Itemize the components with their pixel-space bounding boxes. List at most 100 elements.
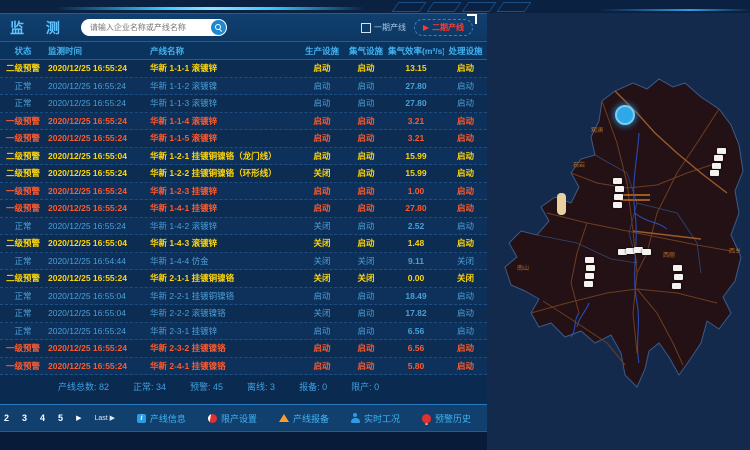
cell-line: 华新 2-2-1 挂镀铜镍铬 (150, 290, 300, 302)
table-row[interactable]: 正常2020/12/25 16:55:24华新 1-1-3 滚镀锌启动启动27.… (0, 95, 487, 113)
table-row[interactable]: 一级预警2020/12/25 16:55:24华新 2-4-1 挂镀镍铬启动启动… (0, 358, 487, 376)
summary-bar: 产线总数: 82正常: 34预警: 45离线: 3报备: 0限产: 0 (0, 375, 487, 397)
footer-button[interactable]: 实时工况 (351, 412, 400, 425)
cell-treat: 启动 (444, 325, 487, 337)
map-site-marker[interactable] (585, 273, 594, 279)
page-button[interactable]: 5 (58, 413, 63, 423)
cell-treat: 启动 (444, 307, 487, 319)
cell-prod: 启动 (300, 132, 344, 144)
footer-button[interactable]: 限产设置 (208, 412, 257, 425)
glow-line (55, 7, 365, 10)
cell-treat: 关闭 (444, 255, 487, 267)
summary-item: 预警: 45 (190, 380, 223, 393)
search-box[interactable] (81, 19, 227, 36)
footer-button[interactable]: 产线报备 (279, 412, 329, 425)
cell-eff: 1.48 (388, 238, 444, 248)
phase2-label: 二期产线 (432, 22, 464, 33)
map-panel: 观澜石岩南山西乡西丽 力嘉科技 LEAGUE TECH (487, 13, 750, 450)
panel-header: 监 测 一期产线 二期产线 (0, 13, 487, 41)
table-row[interactable]: 二级预警2020/12/25 16:55:24华新 1-1-1 滚镀锌启动启动1… (0, 60, 487, 78)
map-site-marker[interactable] (615, 186, 624, 192)
table-row[interactable]: 一级预警2020/12/25 16:55:24华新 1-2-3 挂镀锌启动启动1… (0, 183, 487, 201)
last-page-button[interactable]: Last ▶ (94, 414, 115, 422)
cell-status: 一级预警 (0, 185, 46, 197)
table-row[interactable]: 二级预警2020/12/25 16:55:24华新 1-2-2 挂镀铜镍铬（环形… (0, 165, 487, 183)
page-button[interactable]: 3 (22, 413, 27, 423)
bottom-strip (0, 432, 487, 450)
map-site-marker[interactable] (613, 202, 622, 208)
table-row[interactable]: 正常2020/12/25 16:55:04华新 2-2-2 滚镀镍铬关闭启动17… (0, 305, 487, 323)
cell-treat: 启动 (444, 80, 487, 92)
phase1-checkbox[interactable]: 一期产线 (361, 22, 406, 33)
map-site-marker[interactable] (614, 194, 623, 200)
cell-treat: 启动 (444, 237, 487, 249)
map-site-marker[interactable] (717, 148, 726, 154)
cell-prod: 关闭 (300, 272, 344, 284)
cell-status: 正常 (0, 80, 46, 92)
table-row[interactable]: 二级预警2020/12/25 16:55:04华新 1-2-1 挂镀铜镍铬（龙门… (0, 148, 487, 166)
cell-treat: 启动 (444, 132, 487, 144)
next-page-button[interactable]: ▶ (76, 414, 81, 422)
cell-status: 一级预警 (0, 342, 46, 354)
cell-status: 一级预警 (0, 202, 46, 214)
cell-time: 2020/12/25 16:55:24 (46, 186, 150, 196)
map-site-marker[interactable] (710, 170, 719, 176)
map-area-label: 西乡 (729, 246, 741, 255)
cell-time: 2020/12/25 16:55:24 (46, 168, 150, 178)
search-icon[interactable] (211, 20, 226, 35)
cell-eff: 0.00 (388, 273, 444, 283)
table-row[interactable]: 二级预警2020/12/25 16:55:04华新 1-4-3 滚镀锌关闭启动1… (0, 235, 487, 253)
map-site-marker[interactable] (672, 283, 681, 289)
table-row[interactable]: 一级预警2020/12/25 16:55:24华新 1-1-5 滚镀锌启动启动3… (0, 130, 487, 148)
page-button[interactable]: 2 (4, 413, 9, 423)
cell-line: 华新 1-4-2 滚镀锌 (150, 220, 300, 232)
map-site-marker[interactable] (642, 249, 651, 255)
cell-line: 华新 2-4-1 挂镀镍铬 (150, 360, 300, 372)
cell-time: 2020/12/25 16:55:24 (46, 221, 150, 231)
table-row[interactable]: 一级预警2020/12/25 16:55:24华新 1-1-4 滚镀锌启动启动3… (0, 113, 487, 131)
map-site-marker[interactable] (613, 178, 622, 184)
table-row[interactable]: 一级预警2020/12/25 16:55:24华新 2-3-2 挂镀镍铬启动启动… (0, 340, 487, 358)
cell-prod: 启动 (300, 202, 344, 214)
phase1-label: 一期产线 (374, 22, 406, 33)
top-decor-band (0, 0, 750, 13)
cell-gas: 启动 (344, 342, 388, 354)
cell-prod: 关闭 (300, 255, 344, 267)
table-row[interactable]: 正常2020/12/25 16:55:24华新 1-1-2 滚镀镍启动启动27.… (0, 78, 487, 96)
table-row[interactable]: 二级预警2020/12/25 16:55:24华新 2-1-1 挂镀铜镍铬关闭关… (0, 270, 487, 288)
table-row[interactable]: 正常2020/12/25 16:55:24华新 1-4-2 滚镀锌关闭启动2.5… (0, 218, 487, 236)
cell-time: 2020/12/25 16:54:44 (46, 256, 150, 266)
table-row[interactable]: 一级预警2020/12/25 16:55:24华新 1-4-1 挂镀锌启动启动2… (0, 200, 487, 218)
cell-treat: 启动 (444, 185, 487, 197)
map-site-marker[interactable] (673, 265, 682, 271)
map-alert-marker[interactable] (615, 105, 635, 125)
cell-status: 一级预警 (0, 360, 46, 372)
cell-prod: 关闭 (300, 237, 344, 249)
cell-eff: 27.80 (388, 81, 444, 91)
map-site-marker[interactable] (584, 281, 593, 287)
map-site-marker[interactable] (585, 257, 594, 263)
summary-item: 产线总数: 82 (58, 380, 109, 393)
table-row[interactable]: 正常2020/12/25 16:55:24华新 2-3-1 挂镀锌启动启动6.5… (0, 323, 487, 341)
phase2-toggle[interactable]: 二期产线 (414, 19, 473, 36)
page-button[interactable]: 4 (40, 413, 45, 423)
map-site-marker[interactable] (586, 265, 595, 271)
footer-button[interactable]: i产线信息 (137, 412, 186, 425)
cell-line: 华新 1-1-5 滚镀锌 (150, 132, 300, 144)
search-input[interactable] (81, 23, 210, 32)
cell-gas: 启动 (344, 325, 388, 337)
flag-icon (423, 25, 429, 31)
table-row[interactable]: 正常2020/12/25 16:55:04华新 2-2-1 挂镀铜镍铬启动启动1… (0, 288, 487, 306)
footer-button-label: 实时工况 (364, 412, 400, 425)
map-site-marker[interactable] (714, 155, 723, 161)
cell-gas: 启动 (344, 237, 388, 249)
table-row[interactable]: 正常2020/12/25 16:54:44华新 1-4-4 仿金关闭关闭9.11… (0, 253, 487, 271)
city-map[interactable] (487, 13, 750, 450)
column-header: 产线名称 (150, 45, 300, 57)
cell-prod: 启动 (300, 150, 344, 162)
footer-button[interactable]: 预警历史 (422, 412, 471, 425)
map-site-marker[interactable] (712, 163, 721, 169)
checkbox-icon[interactable] (361, 23, 371, 33)
cell-treat: 启动 (444, 220, 487, 232)
map-site-marker[interactable] (674, 274, 683, 280)
